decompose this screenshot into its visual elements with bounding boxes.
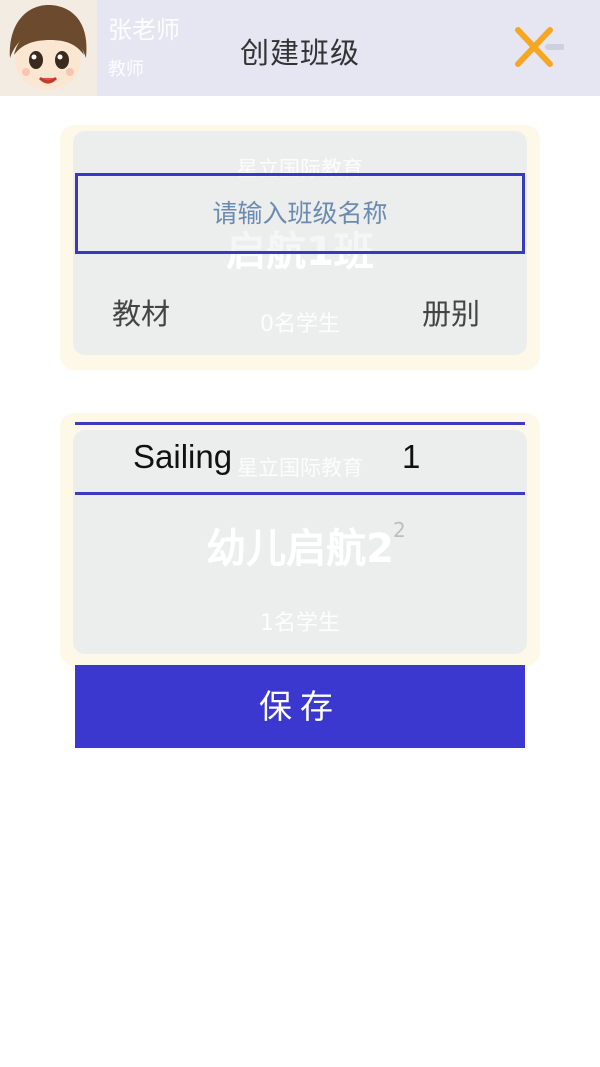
close-x-icon [515,27,564,67]
material-picker[interactable]: Sailing [133,438,232,476]
class-card-2: 星立国际教育 幼儿启航2 2 1名学生 [60,413,540,666]
picker-divider-bottom [75,492,525,495]
card-2-class-name: 幼儿启航2 [206,526,394,572]
card-2-student-count: 1名学生 [260,611,340,636]
volume-picker[interactable]: 1 [402,438,420,476]
header-bar: 张老师 教师 创建班级 [0,0,600,96]
save-button[interactable]: 保存 [75,665,525,748]
material-label: 教材 [112,297,171,331]
close-button[interactable] [510,24,564,72]
volume-label: 册别 [422,297,481,331]
card-2-superscript: 2 [393,518,406,542]
class-name-input[interactable] [75,173,525,254]
picker-divider-top [75,422,525,425]
